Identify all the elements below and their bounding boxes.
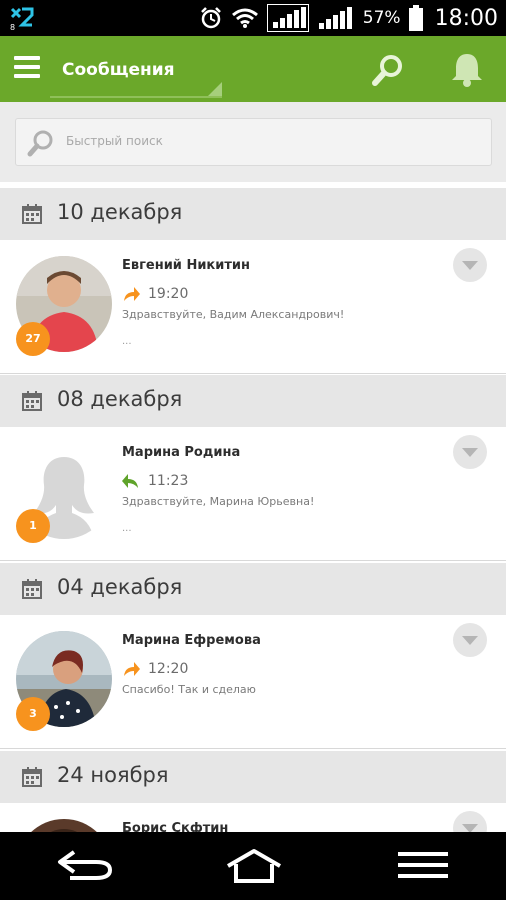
date-header: 10 декабря — [0, 188, 506, 240]
section-title: Сообщения — [62, 60, 175, 80]
date-label: 08 декабря — [57, 387, 183, 411]
expand-button[interactable] — [453, 623, 487, 657]
unread-badge: 3 — [16, 697, 50, 731]
date-label: 10 декабря — [57, 200, 183, 224]
search-icon — [27, 130, 53, 157]
battery-icon — [408, 5, 423, 31]
date-label: 24 ноября — [57, 763, 169, 787]
message-row[interactable]: 27 Евгений Никитин 19:20 Здравствуйте, В… — [0, 240, 506, 374]
message-row[interactable]: 1 Марина Родина 11:23 Здравствуйте, Мари… — [0, 427, 506, 561]
signal-icon-sim2 — [318, 7, 352, 29]
date-header: 08 декабря — [0, 375, 506, 427]
search-icon[interactable] — [370, 52, 406, 88]
expand-button[interactable] — [453, 248, 487, 282]
sender-name: Марина Родина — [122, 445, 241, 460]
message-preview: Спасибо! Так и сделаю — [122, 683, 256, 696]
dropdown-corner-icon — [208, 82, 222, 96]
date-header: 04 декабря — [0, 563, 506, 615]
home-icon[interactable] — [224, 848, 284, 884]
sender-name: Евгений Никитин — [122, 258, 250, 273]
quick-search-input[interactable]: Быстрый поиск — [15, 118, 492, 166]
message-time-line: 11:23 — [122, 471, 188, 491]
date-label: 04 декабря — [57, 575, 183, 599]
menu-icon[interactable] — [398, 852, 448, 882]
message-time-line: 19:20 — [122, 284, 188, 304]
signal-icon-sim1 — [266, 4, 309, 32]
message-time-line: 12:20 — [122, 659, 188, 679]
message-time: 12:20 — [148, 661, 189, 677]
menu-icon[interactable] — [14, 56, 40, 80]
svg-text:8: 8 — [10, 23, 15, 31]
message-ellipsis: ... — [122, 336, 132, 347]
chevron-down-icon — [462, 448, 478, 457]
unread-badge: 1 — [16, 509, 50, 543]
date-header: 24 ноября — [0, 751, 506, 803]
battery-percent: 57% — [362, 8, 401, 28]
quick-search-placeholder: Быстрый поиск — [66, 134, 163, 148]
calendar-icon — [22, 391, 42, 411]
message-row[interactable]: 3 Марина Ефремова 12:20 Спасибо! Так и с… — [0, 615, 506, 749]
chevron-down-icon — [462, 636, 478, 645]
outgoing-arrow-icon — [124, 287, 140, 301]
status-time: 18:00 — [434, 5, 498, 31]
avatar — [16, 819, 112, 832]
calendar-icon — [22, 767, 42, 787]
incoming-reply-icon — [122, 474, 138, 488]
bell-icon[interactable] — [448, 50, 486, 88]
chevron-down-icon — [462, 261, 478, 270]
message-time: 11:23 — [148, 473, 189, 489]
message-row[interactable]: Борис Скфтин — [0, 803, 506, 832]
expand-button[interactable] — [453, 811, 487, 832]
expand-button[interactable] — [453, 435, 487, 469]
alarm-icon — [200, 7, 221, 29]
app-bar: Сообщения — [0, 36, 506, 102]
back-icon[interactable] — [56, 848, 114, 884]
message-ellipsis: ... — [122, 523, 132, 534]
system-nav-bar — [0, 832, 506, 900]
sender-name: Марина Ефремова — [122, 633, 261, 648]
quick-search-bar: Быстрый поиск — [0, 102, 506, 182]
section-dropdown[interactable]: Сообщения — [50, 48, 222, 98]
app-notification-icon: 8 — [10, 7, 34, 31]
message-preview: Здравствуйте, Марина Юрьевна! — [122, 495, 315, 508]
calendar-icon — [22, 204, 42, 224]
unread-badge: 27 — [16, 322, 50, 356]
sender-name: Борис Скфтин — [122, 821, 229, 832]
chevron-down-icon — [462, 824, 478, 832]
calendar-icon — [22, 579, 42, 599]
outgoing-arrow-icon — [124, 662, 140, 676]
wifi-icon — [231, 8, 258, 28]
message-time: 19:20 — [148, 286, 189, 302]
status-bar: 8 57% 18:00 — [0, 0, 506, 36]
message-preview: Здравствуйте, Вадим Александрович! — [122, 308, 345, 321]
